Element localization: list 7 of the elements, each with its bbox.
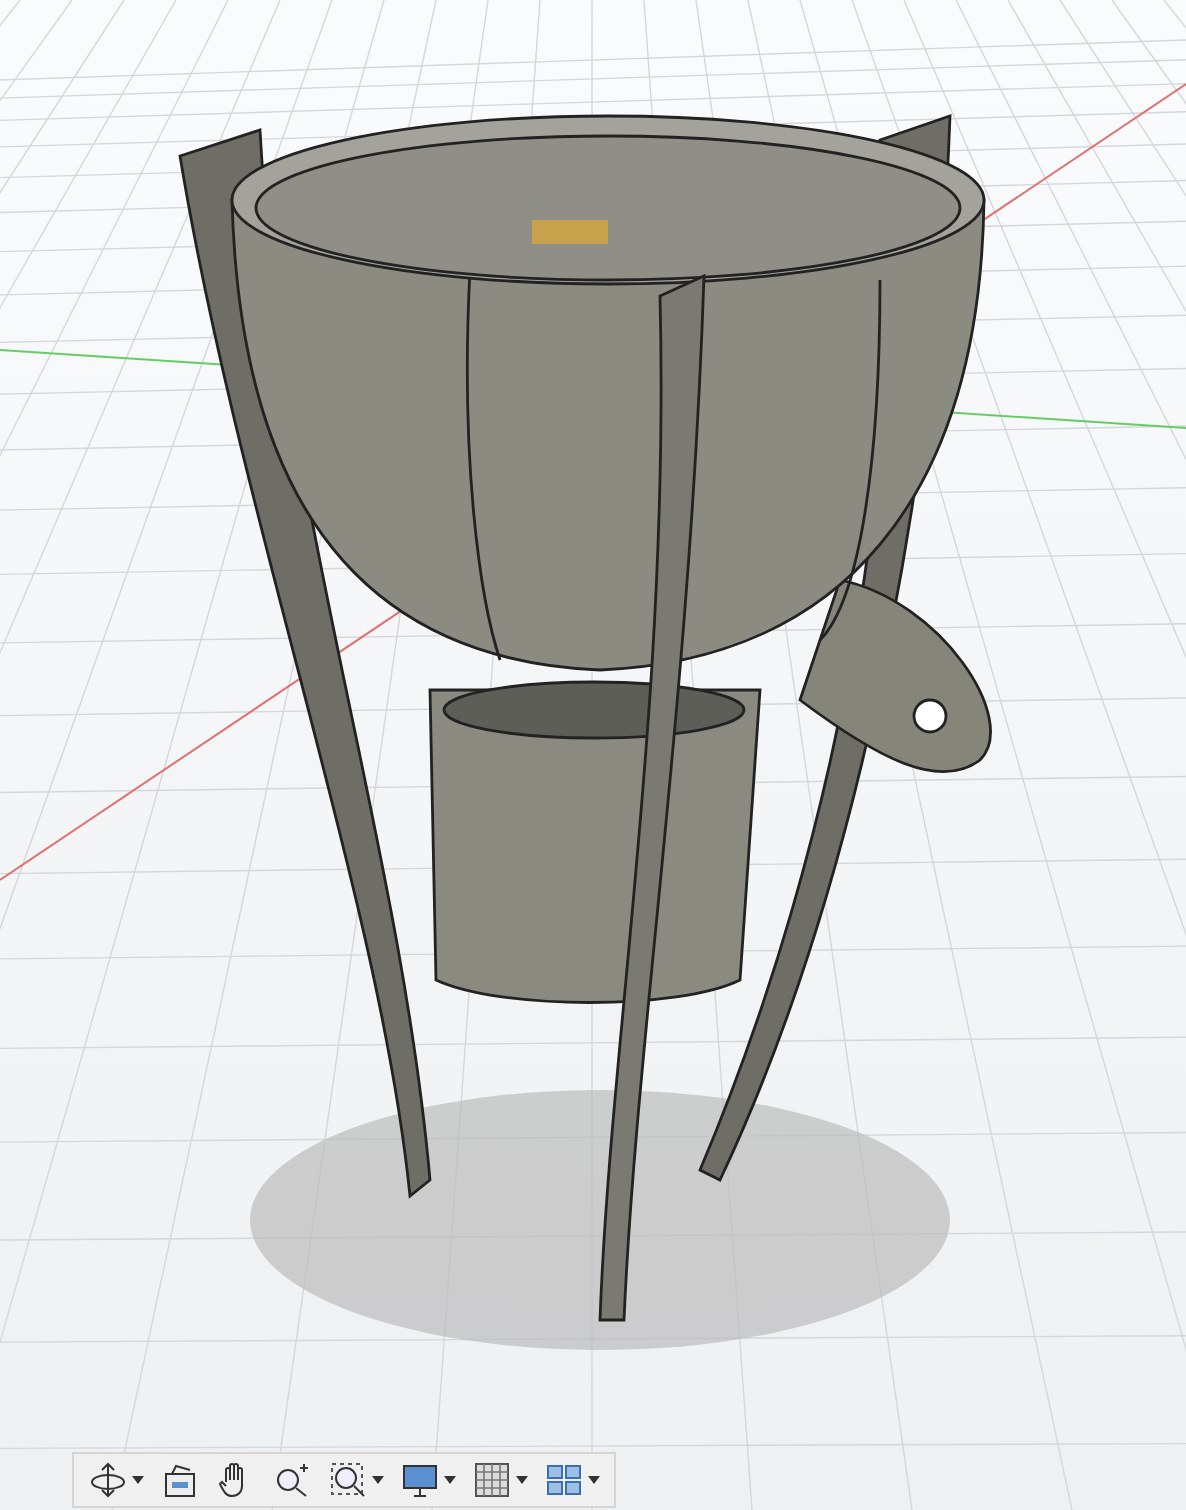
orbit-icon	[88, 1460, 128, 1500]
zoom-window-icon	[328, 1460, 368, 1500]
layout-icon	[544, 1460, 584, 1500]
grid-icon	[472, 1460, 512, 1500]
zoom-icon	[272, 1460, 312, 1500]
screen-icon	[160, 1460, 200, 1500]
monitor-icon	[400, 1460, 440, 1500]
